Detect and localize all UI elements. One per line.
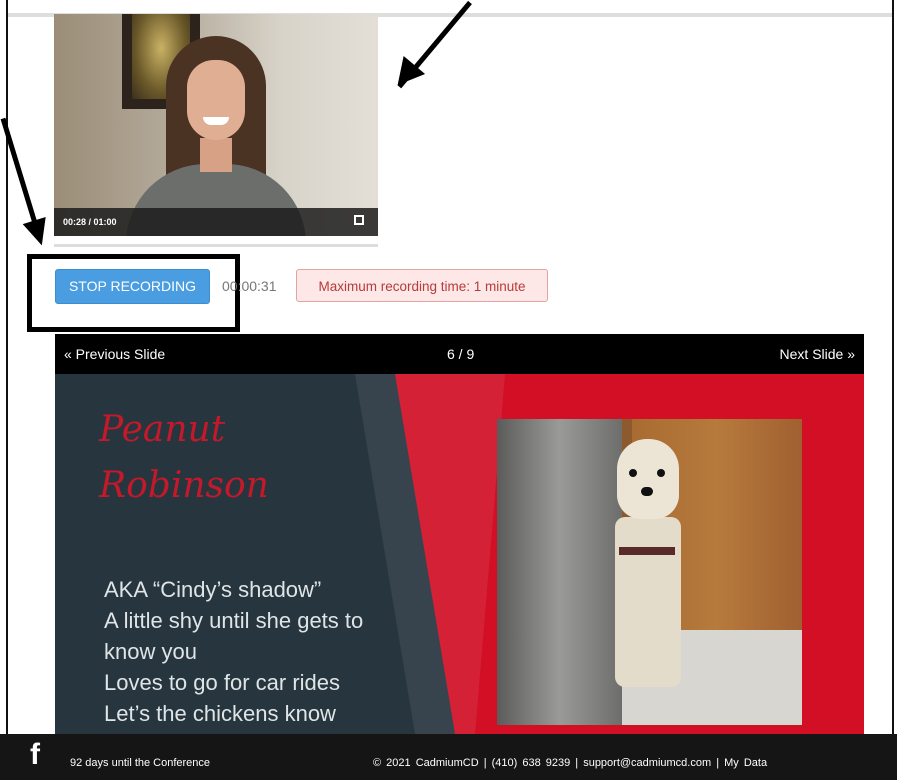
slide-title-line: Robinson: [99, 465, 269, 506]
video-time: 00:28 / 01:00: [63, 217, 117, 227]
fullscreen-icon[interactable]: [354, 215, 364, 225]
conference-countdown: 92 days until the Conference: [70, 757, 211, 769]
dog-photo: [497, 419, 802, 725]
footer-bar: f 92 days until the Conference © 2021 Ca…: [0, 734, 897, 780]
slide-title-line: Peanut: [99, 409, 226, 450]
next-slide-link[interactable]: Next Slide »: [780, 346, 855, 362]
presenter-face: [187, 60, 245, 140]
slide-body-line: know you: [104, 639, 197, 664]
footer-info: © 2021 CadmiumCD | (410) 638 9239 | supp…: [373, 757, 768, 769]
slide-body-line: Loves to go for car rides: [104, 670, 341, 695]
slide-body-line: AKA “Cindy’s shadow”: [104, 577, 322, 602]
max-recording-notice: Maximum recording time: 1 minute: [296, 269, 548, 302]
video-divider: [54, 244, 378, 247]
slide-counter: 6 / 9: [447, 346, 475, 362]
slide-body: AKA “Cindy’s shadow” A little shy until …: [104, 574, 363, 729]
slide-body-line: Let’s the chickens know: [104, 701, 336, 726]
video-preview[interactable]: 00:28 / 01:00: [54, 14, 378, 236]
slide-content: Peanut Robinson AKA “Cindy’s shadow” A l…: [55, 374, 864, 734]
dog: [615, 439, 681, 687]
previous-slide-link[interactable]: « Previous Slide: [64, 346, 165, 362]
facebook-icon[interactable]: f: [30, 738, 40, 772]
recording-timer: 00:00:31: [222, 278, 277, 294]
video-controls: 00:28 / 01:00: [54, 208, 378, 236]
annotation-box: [27, 254, 240, 332]
slide-title: Peanut Robinson: [99, 402, 269, 514]
slide-navigation: « Previous Slide 6 / 9 Next Slide »: [55, 334, 864, 374]
slide-body-line: A little shy until she gets to: [104, 608, 364, 633]
